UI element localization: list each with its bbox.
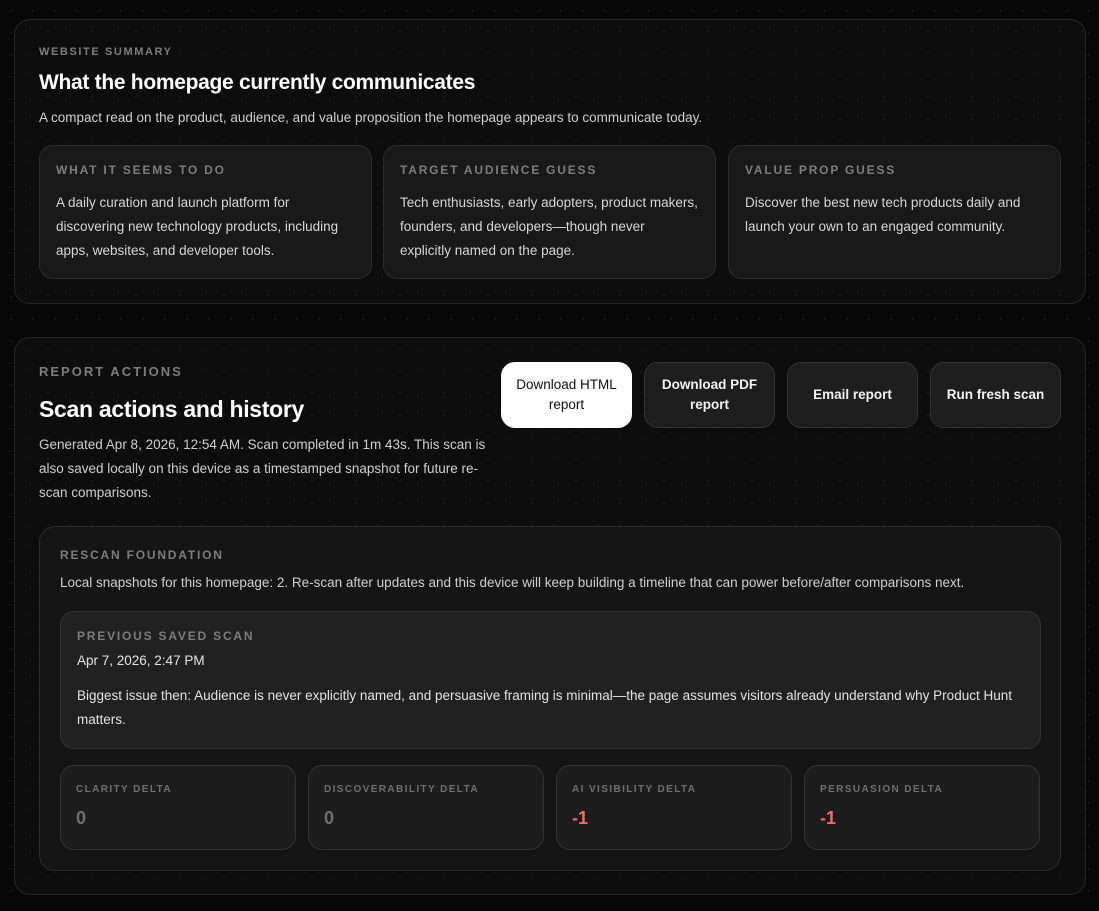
run-fresh-scan-button[interactable]: Run fresh scan [930,362,1061,428]
card-text: Tech enthusiasts, early adopters, produc… [400,195,698,258]
section-title: Scan actions and history [39,396,305,422]
card-text: A daily curation and launch platform for… [56,195,339,258]
delta-label: PERSUASION DELTA [820,784,944,795]
section-description: A compact read on the product, audience,… [39,110,703,125]
what-it-seems-to-do-card: WHAT IT SEEMS TO DO A daily curation and… [39,145,372,279]
section-eyebrow: WEBSITE SUMMARY [39,46,173,58]
report-actions-panel: REPORT ACTIONS Scan actions and history … [14,337,1086,895]
previous-saved-scan-card: PREVIOUS SAVED SCAN Apr 7, 2026, 2:47 PM… [60,611,1041,749]
rescan-description: Local snapshots for this homepage: 2. Re… [60,575,965,590]
previous-scan-date: Apr 7, 2026, 2:47 PM [77,653,205,668]
previous-scan-eyebrow: PREVIOUS SAVED SCAN [77,629,255,643]
card-label: TARGET AUDIENCE GUESS [400,163,598,177]
clarity-delta-card: CLARITY DELTA 0 [60,765,296,850]
target-audience-card: TARGET AUDIENCE GUESS Tech enthusiasts, … [383,145,716,279]
section-eyebrow: REPORT ACTIONS [39,364,183,379]
delta-label: AI VISIBILITY DELTA [572,784,697,795]
website-summary-panel: WEBSITE SUMMARY What the homepage curren… [14,19,1086,304]
download-pdf-report-button[interactable]: Download PDF report [644,362,775,428]
value-prop-card: VALUE PROP GUESS Discover the best new t… [728,145,1061,279]
section-title: What the homepage currently communicates [39,71,476,94]
discoverability-delta-card: DISCOVERABILITY DELTA 0 [308,765,544,850]
delta-label: DISCOVERABILITY DELTA [324,784,479,795]
ai-visibility-delta-card: AI VISIBILITY DELTA -1 [556,765,792,850]
delta-label: CLARITY DELTA [76,784,172,795]
delta-value: 0 [324,808,335,828]
delta-value: -1 [820,808,837,828]
email-report-button[interactable]: Email report [787,362,918,428]
card-text: Discover the best new tech products dail… [745,195,1021,234]
card-label: VALUE PROP GUESS [745,163,897,177]
delta-value: 0 [76,808,87,828]
persuasion-delta-card: PERSUASION DELTA -1 [804,765,1040,850]
rescan-eyebrow: RESCAN FOUNDATION [60,548,224,562]
delta-value: -1 [572,808,589,828]
rescan-foundation-box: RESCAN FOUNDATION Local snapshots for th… [39,526,1061,871]
download-html-report-button[interactable]: Download HTML report [501,362,632,428]
scan-meta-description: Generated Apr 8, 2026, 12:54 AM. Scan co… [39,437,486,500]
previous-scan-issue: Biggest issue then: Audience is never ex… [77,688,1012,727]
card-label: WHAT IT SEEMS TO DO [56,163,226,177]
